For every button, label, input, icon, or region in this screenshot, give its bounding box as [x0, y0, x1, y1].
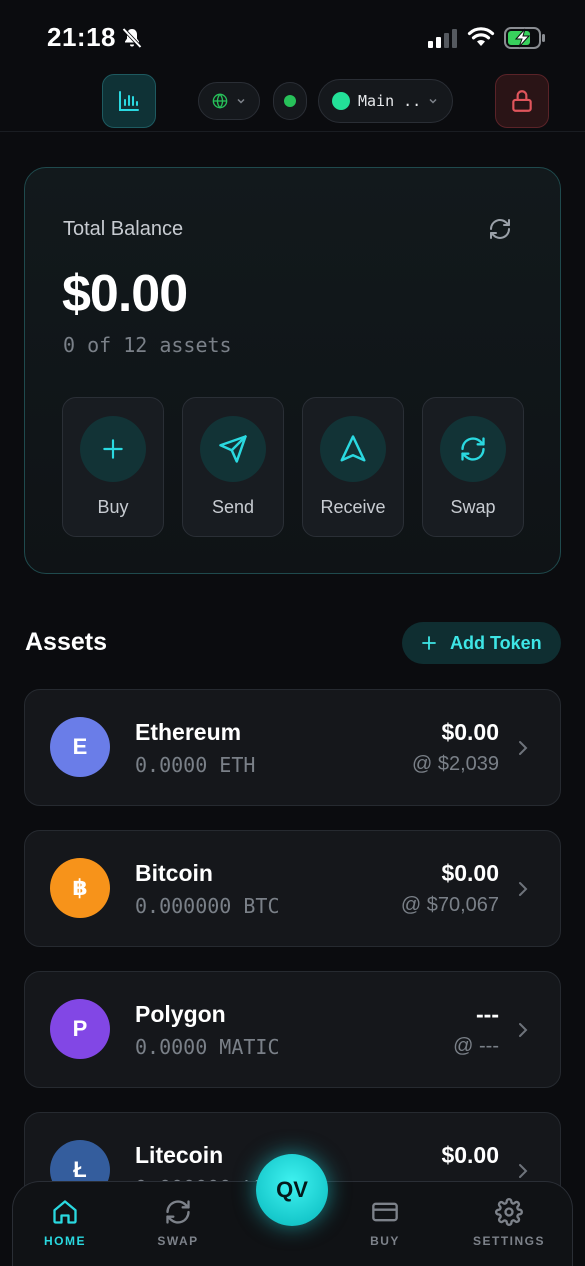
online-dot [284, 95, 296, 107]
refresh-icon[interactable] [488, 217, 512, 241]
send-action-button[interactable]: Send [182, 397, 284, 537]
balance-amount: $0.00 [62, 265, 188, 323]
receive-icon [340, 435, 366, 462]
language-selector[interactable] [198, 82, 260, 120]
asset-amount: 0.000000 BTC [135, 894, 280, 918]
network-status-dot [332, 92, 350, 110]
swap-icon [166, 1200, 190, 1224]
network-selector[interactable]: Main ... [318, 79, 453, 123]
asset-price: @ $70,067 [400, 894, 499, 916]
balance-title: Total Balance [63, 218, 184, 240]
assets-heading: Assets [25, 628, 107, 656]
home-icon [53, 1200, 77, 1224]
plus-icon [103, 439, 123, 459]
chevron-right-icon [519, 1164, 528, 1178]
action-label: Receive [320, 497, 386, 517]
asset-row-ethereum[interactable]: E Ethereum 0.0000 ETH $0.00 @ $2,039 [24, 689, 561, 806]
nav-label: BUY [370, 1234, 400, 1248]
balance-card: Total Balance $0.00 0 of 12 assets Buy S… [24, 167, 561, 574]
swap-action-button[interactable]: Swap [422, 397, 524, 537]
bar-chart-icon [119, 91, 139, 111]
top-toolbar: Main ... [0, 72, 585, 132]
asset-price: @ --- [453, 1035, 499, 1057]
plus-icon [422, 636, 436, 650]
chevron-down-icon [429, 98, 437, 104]
asset-name: Bitcoin [135, 860, 213, 886]
action-label: Send [211, 497, 255, 517]
globe-icon [212, 93, 228, 109]
nav-label: SWAP [157, 1234, 199, 1248]
connection-status[interactable] [273, 82, 307, 120]
chevron-down-icon [237, 98, 245, 104]
analytics-button[interactable] [102, 74, 156, 128]
nav-label: HOME [44, 1234, 86, 1248]
chevron-right-icon [519, 1023, 528, 1037]
quick-actions: Buy Send Receive Swap [62, 397, 525, 537]
action-label: Swap [450, 497, 496, 517]
nav-settings[interactable]: SETTINGS [464, 1198, 554, 1248]
receive-action-button[interactable]: Receive [302, 397, 404, 537]
asset-value: $0.00 [441, 860, 499, 886]
status-bar: 21:18 [0, 0, 585, 72]
nav-home[interactable]: HOME [20, 1198, 110, 1248]
chevron-right-icon [519, 882, 528, 896]
asset-row-bitcoin[interactable]: ฿ Bitcoin 0.000000 BTC $0.00 @ $70,067 [24, 830, 561, 947]
buy-action-button[interactable]: Buy [62, 397, 164, 537]
asset-amount: 0.0000 MATIC [135, 1035, 280, 1059]
swap-icon [461, 437, 485, 461]
lock-button[interactable] [495, 74, 549, 128]
nav-swap[interactable]: SWAP [133, 1198, 223, 1248]
wifi-icon [467, 27, 495, 46]
bell-muted-icon [122, 27, 142, 49]
asset-amount: 0.0000 ETH [135, 753, 256, 777]
status-time: 21:18 [47, 22, 116, 52]
asset-value: --- [476, 1001, 499, 1027]
nav-buy[interactable]: BUY [340, 1198, 430, 1248]
asset-value: $0.00 [441, 719, 499, 745]
qv-center-button[interactable]: QV [256, 1154, 328, 1226]
gear-icon [495, 1198, 523, 1226]
asset-value: $0.00 [441, 1142, 499, 1168]
signal-icon [428, 29, 457, 48]
polygon-logo: P [50, 999, 110, 1059]
asset-name: Polygon [135, 1001, 226, 1027]
asset-price: @ $2,039 [411, 753, 499, 775]
asset-name: Litecoin [135, 1142, 224, 1168]
asset-name: Ethereum [135, 719, 242, 745]
add-token-label: Add Token [450, 632, 542, 653]
bitcoin-logo: ฿ [50, 858, 110, 918]
nav-label: SETTINGS [472, 1234, 545, 1248]
card-icon [372, 1202, 398, 1222]
add-token-button[interactable]: Add Token [402, 622, 561, 664]
asset-row-polygon[interactable]: P Polygon 0.0000 MATIC --- @ --- [24, 971, 561, 1088]
lock-icon [512, 90, 532, 112]
ethereum-logo: E [50, 717, 110, 777]
network-label: Main ... [358, 92, 420, 110]
chevron-right-icon [519, 741, 528, 755]
balance-asset-count: 0 of 12 assets [63, 333, 232, 357]
action-label: Buy [97, 497, 129, 517]
battery-charging-icon [504, 27, 545, 49]
send-icon [219, 435, 247, 463]
